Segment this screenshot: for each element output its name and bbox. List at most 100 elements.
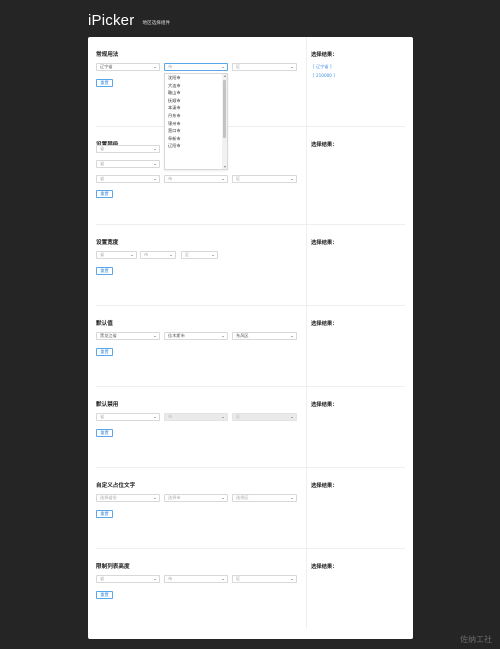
chevron-down-icon — [131, 254, 133, 256]
dropdown-option[interactable]: 鞍山市 — [165, 89, 227, 97]
select-value: 辽宁省 — [100, 64, 113, 69]
select-value: 选择省份 — [100, 495, 117, 500]
select-value: 区 — [236, 64, 241, 69]
divider — [306, 225, 307, 306]
city-select[interactable]: 佳木斯市 — [164, 332, 228, 340]
select-value: 选择市 — [168, 495, 181, 500]
divider — [306, 468, 307, 549]
reset-button[interactable]: 重置 — [96, 591, 113, 599]
section-title: 设置宽度 — [96, 240, 119, 246]
logo-subtitle: 地区选择组件 — [142, 21, 171, 26]
dropdown-option[interactable]: 沈阳市 — [165, 74, 227, 82]
dropdown-option[interactable]: 抚顺市 — [165, 97, 227, 105]
district-select[interactable]: 东风区 — [232, 332, 297, 340]
section-title: 自定义占位文字 — [96, 483, 136, 489]
chevron-down-icon — [154, 66, 156, 68]
city-dropdown-list[interactable]: 沈阳市 大连市 鞍山市 抚顺市 本溪市 丹东市 锦州市 营口市 阜新市 辽阳市 — [164, 73, 228, 170]
select-value: 省 — [100, 146, 105, 151]
select-value: 省 — [100, 252, 105, 257]
result-title: 选择结果： — [311, 142, 338, 148]
province-select[interactable]: 黑龙江省 — [96, 332, 160, 340]
select-value: 省 — [100, 161, 105, 166]
dropdown-option[interactable]: 本溪市 — [165, 104, 227, 112]
demo-card: 常规用法 选择结果： 辽宁省 市 区 重置 [ 辽宁省 ] [ 210000 ]… — [88, 37, 413, 639]
chevron-down-icon — [222, 416, 224, 418]
chevron-down-icon — [154, 335, 156, 337]
reset-button[interactable]: 重置 — [96, 510, 113, 518]
select-value: 区 — [236, 414, 241, 419]
district-select[interactable]: 区 — [232, 175, 297, 183]
chevron-down-icon — [154, 497, 156, 499]
chevron-down-icon — [154, 163, 156, 165]
reset-button[interactable]: 重置 — [96, 348, 113, 356]
scrollbar-thumb[interactable] — [223, 80, 226, 138]
scroll-up-icon[interactable] — [224, 75, 226, 77]
chevron-down-icon — [222, 335, 224, 337]
select-value: 省 — [100, 414, 105, 419]
dropdown-option[interactable]: 锦州市 — [165, 120, 227, 128]
section-limit-list-height: 限制列表高度 选择结果： 省 市 区 重置 — [88, 549, 413, 629]
city-select[interactable]: 市 — [164, 175, 228, 183]
select-value: 市 — [144, 252, 149, 257]
section-title: 限制列表高度 — [96, 564, 130, 570]
district-select[interactable]: 区 — [232, 575, 297, 583]
district-select-disabled: 区 — [232, 413, 297, 421]
chevron-down-icon — [212, 254, 214, 256]
dropdown-option[interactable]: 营口市 — [165, 127, 227, 135]
result-title: 选择结果： — [311, 321, 338, 327]
city-select[interactable]: 市 — [140, 251, 176, 259]
city-select[interactable]: 市 — [164, 63, 228, 71]
city-select[interactable]: 市 — [164, 575, 228, 583]
dropdown-option[interactable]: 辽阳市 — [165, 142, 227, 150]
brand: iPicker 地区选择组件 — [88, 10, 170, 29]
chevron-down-icon — [291, 578, 293, 580]
reset-button[interactable]: 重置 — [96, 267, 113, 275]
result-title: 选择结果： — [311, 240, 338, 246]
select-value: 选择区 — [236, 495, 249, 500]
district-select[interactable]: 选择区 — [232, 494, 297, 502]
province-select[interactable]: 省 — [96, 575, 160, 583]
section-custom-placeholder: 自定义占位文字 选择结果： 选择省份 选择市 选择区 重置 — [88, 468, 413, 549]
chevron-down-icon — [154, 578, 156, 580]
result-title: 选择结果： — [311, 52, 338, 58]
divider — [306, 549, 307, 629]
select-value: 区 — [185, 252, 190, 257]
select-value: 市 — [168, 414, 173, 419]
province-select[interactable]: 选择省份 — [96, 494, 160, 502]
district-select[interactable]: 区 — [232, 63, 297, 71]
dropdown-option[interactable]: 大连市 — [165, 82, 227, 90]
chevron-down-icon — [291, 416, 293, 418]
select-value: 东风区 — [236, 333, 249, 338]
divider — [306, 306, 307, 387]
province-select[interactable]: 省 — [96, 413, 160, 421]
reset-button[interactable]: 重置 — [96, 79, 113, 87]
province-select[interactable]: 省 — [96, 251, 137, 259]
province-select[interactable]: 省 — [96, 175, 160, 183]
reset-button[interactable]: 重置 — [96, 429, 113, 437]
scroll-down-icon[interactable] — [224, 166, 226, 168]
province-select[interactable]: 辽宁省 — [96, 63, 160, 71]
section-title: 默认值 — [96, 321, 113, 327]
divider — [306, 127, 307, 225]
watermark: 佐纳工社 — [460, 635, 492, 644]
select-value: 区 — [236, 576, 241, 581]
province-select[interactable]: 省 — [96, 145, 160, 153]
province-select[interactable]: 省 — [96, 160, 160, 168]
select-value: 市 — [168, 176, 173, 181]
section-default-value: 默认值 选择结果： 黑龙江省 佳木斯市 东风区 重置 — [88, 306, 413, 387]
divider — [306, 37, 307, 127]
city-select[interactable]: 选择市 — [164, 494, 228, 502]
section-set-level: 设置层级 选择结果： 省 省 市 省 市 区 重置 — [88, 127, 413, 225]
section-default-disabled: 默认禁用 选择结果： 省 市 区 重置 — [88, 387, 413, 468]
chevron-down-icon — [222, 66, 224, 68]
chevron-down-icon — [291, 335, 293, 337]
dropdown-option[interactable]: 丹东市 — [165, 112, 227, 120]
chevron-down-icon — [222, 178, 224, 180]
divider — [306, 387, 307, 468]
result-name: [ 辽宁省 ] — [313, 64, 332, 69]
dropdown-option[interactable]: 阜新市 — [165, 135, 227, 143]
select-value: 市 — [168, 64, 173, 69]
result-title: 选择结果： — [311, 483, 338, 489]
district-select[interactable]: 区 — [181, 251, 218, 259]
reset-button[interactable]: 重置 — [96, 190, 113, 198]
